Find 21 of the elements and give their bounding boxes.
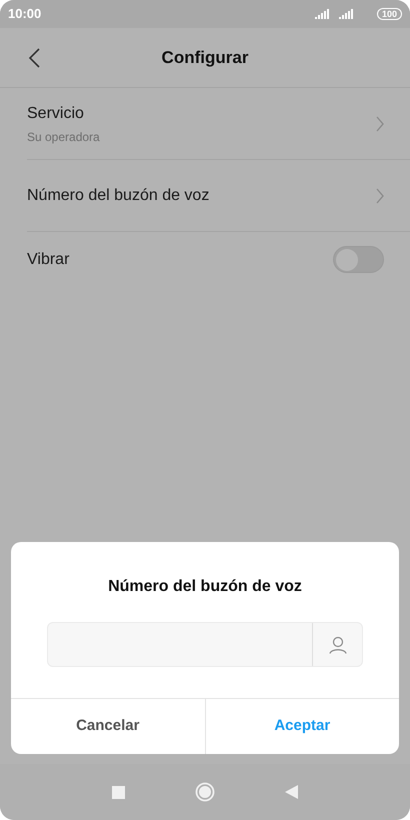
setting-label: Número del buzón de voz [27,186,210,206]
settings-row[interactable]: Vibrar [27,232,410,287]
vibrate-toggle[interactable] [333,246,384,273]
number-field[interactable] [47,622,363,667]
recents-icon[interactable] [112,786,125,798]
chevron-right-icon [376,116,384,132]
page-title: Configurar [160,46,250,69]
setting-subtitle: Su operadora [27,128,101,146]
home-icon[interactable] [195,782,215,802]
settings-row[interactable]: Número del buzón de voz [27,160,410,232]
cancel-button[interactable]: Cancelar [11,699,204,754]
back-icon[interactable] [28,48,40,68]
person-icon[interactable] [328,636,346,654]
setting-label: Vibrar [27,250,70,270]
dialog-title: Número del buzón de voz [107,577,303,597]
back-nav-icon[interactable] [285,785,298,799]
setting-label: Servicio [27,104,85,124]
status-time: 10:00 [8,5,42,24]
chevron-right-icon [376,188,384,204]
battery-indicator: 100 [376,8,402,20]
settings-row[interactable]: Servicio Su operadora [27,88,410,160]
